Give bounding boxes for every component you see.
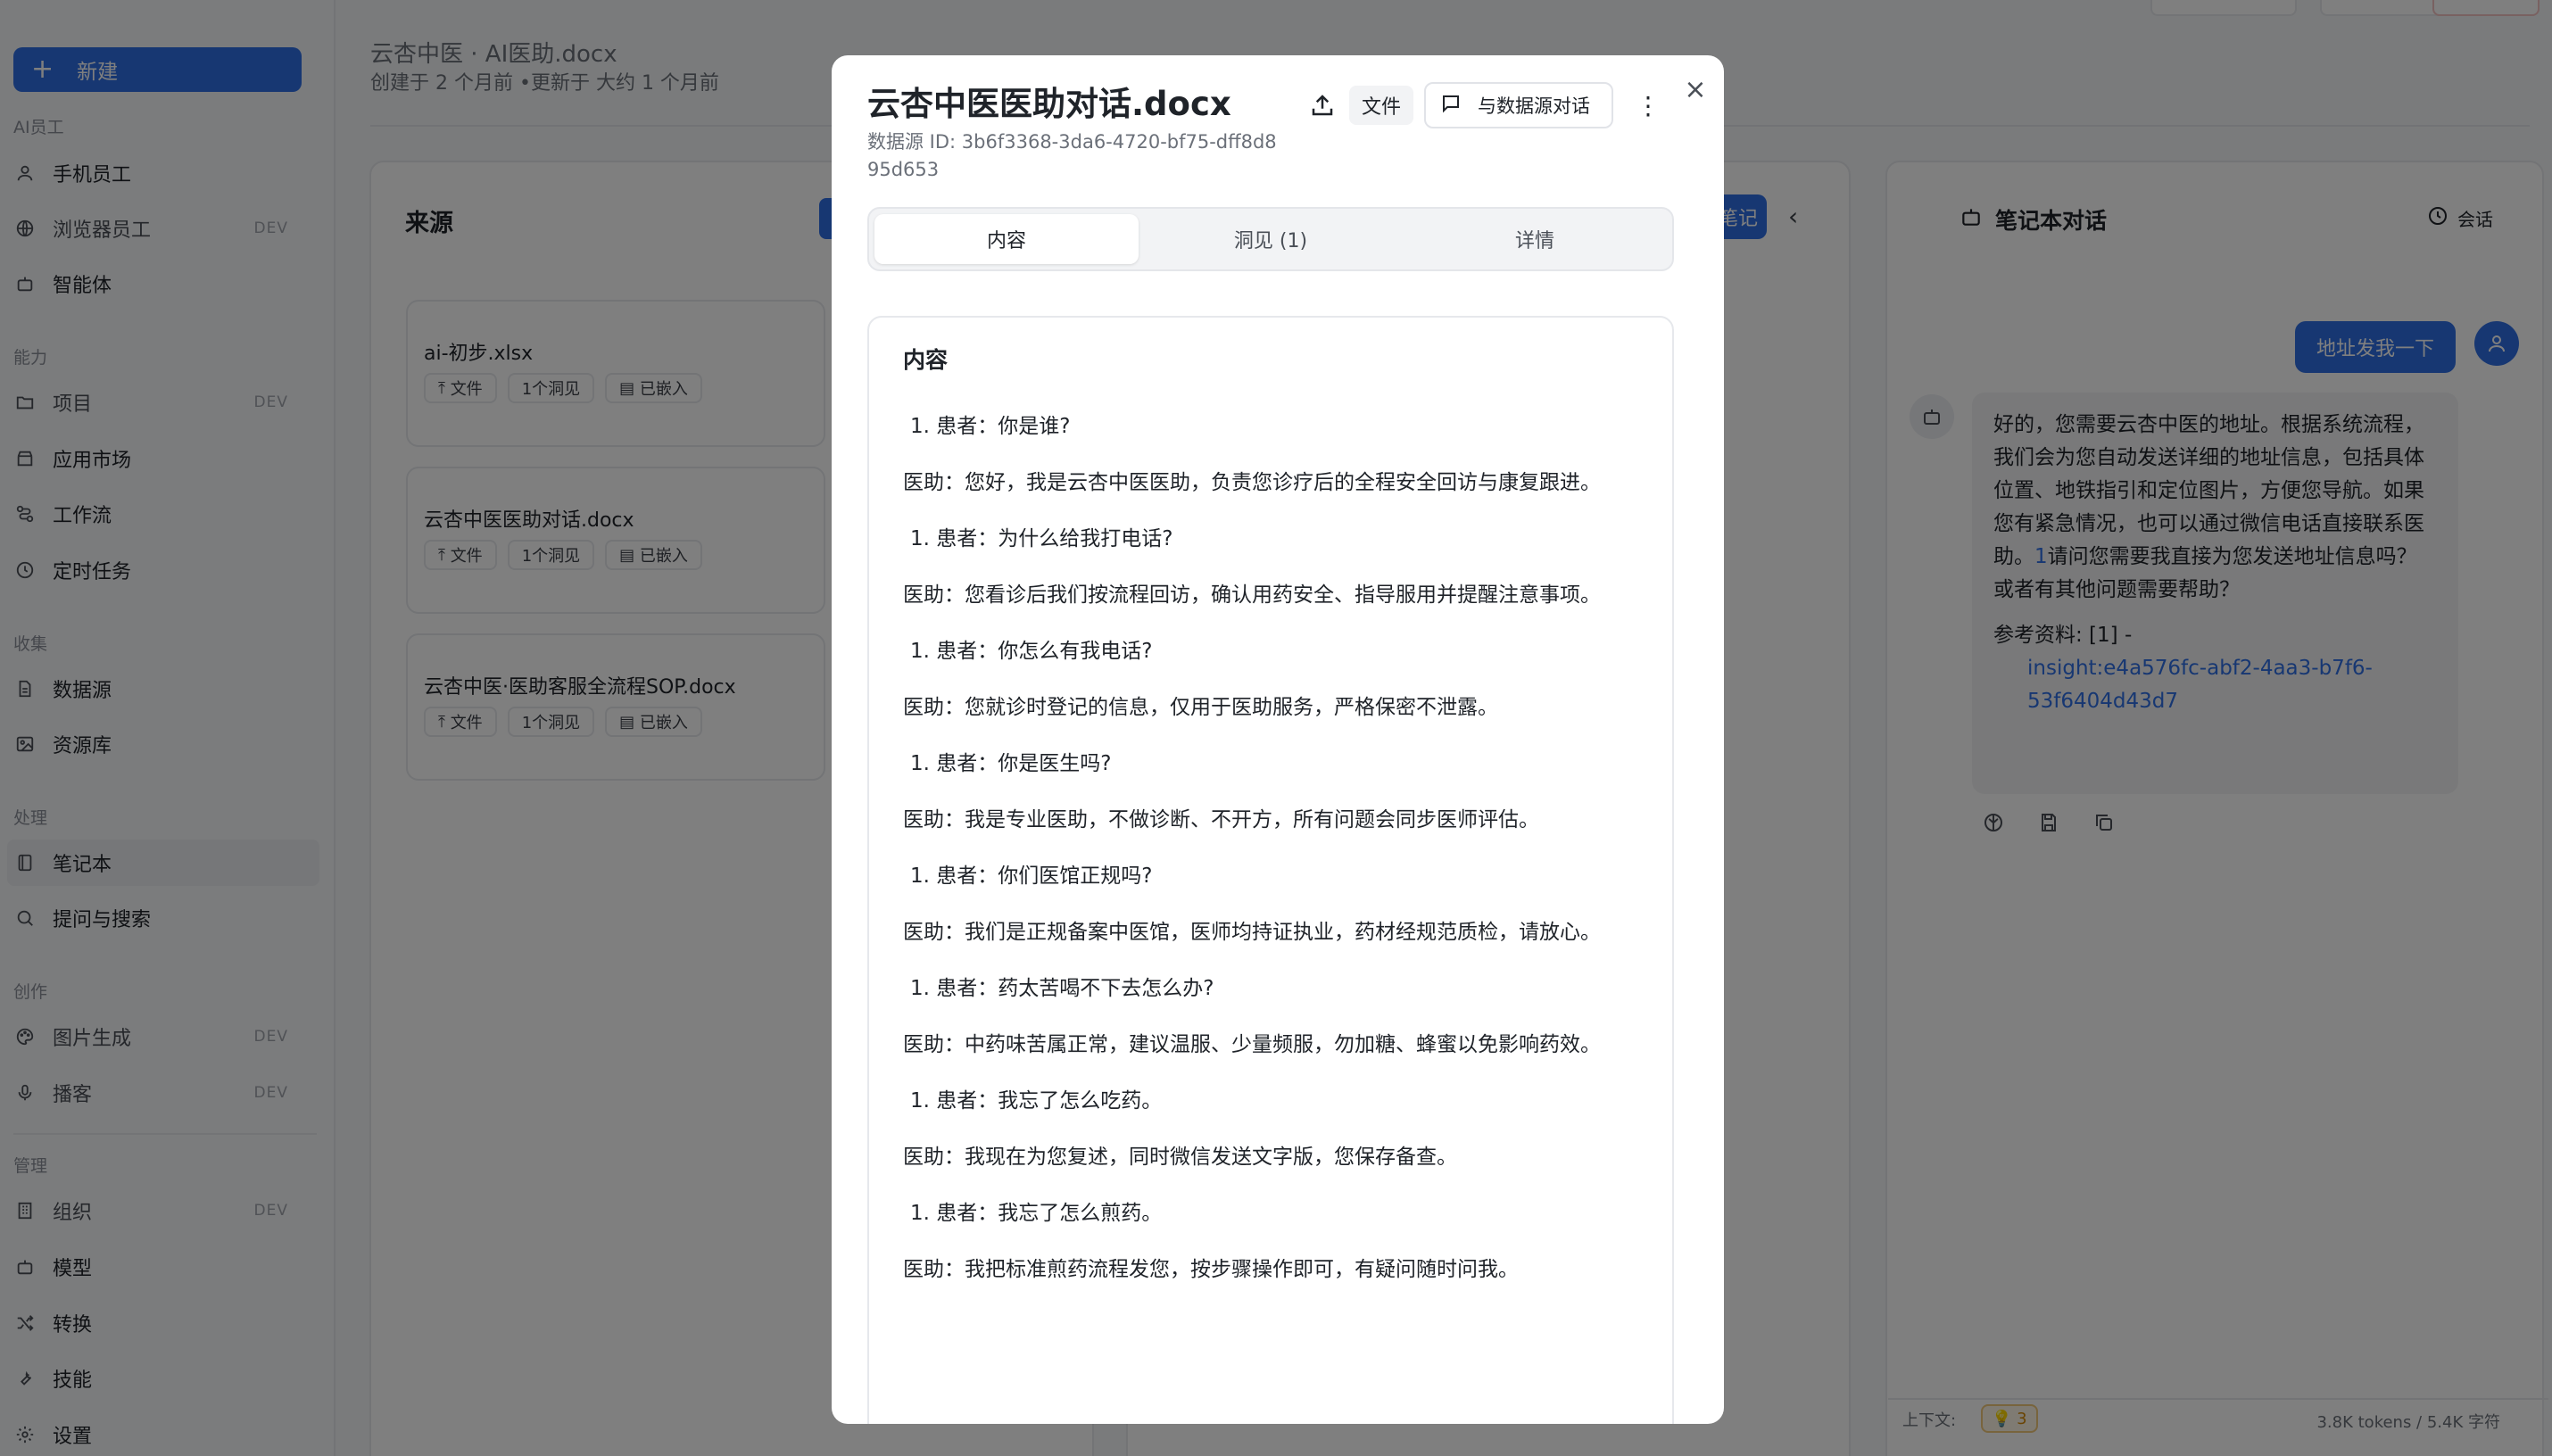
source-id: 数据源 ID: 3b6f3368-3da6-4720-bf75-dff8d895… xyxy=(867,131,1277,180)
message-icon xyxy=(1440,93,1462,119)
modal-tabs: 内容 洞见 (1) 详情 xyxy=(867,207,1674,271)
patient-question: 1. 患者：我忘了怎么煎药。 xyxy=(910,1202,1163,1225)
patient-question: 1. 患者：你是医生吗? xyxy=(910,752,1112,775)
tab-details[interactable]: 详情 xyxy=(1403,214,1667,264)
assistant-answer: 医助：我们是正规备案中医馆，医师均持证执业，药材经规范质检，请放心。 xyxy=(903,921,1601,944)
assistant-answer: 医助：我把标准煎药流程发您，按步骤操作即可，有疑问随时问我。 xyxy=(903,1258,1519,1281)
assistant-answer: 医助：中药味苦属正常，建议温服、少量频服，勿加糖、蜂蜜以免影响药效。 xyxy=(903,1033,1601,1056)
modal-title: 云杏中医医助对话.docx xyxy=(867,85,1231,123)
tab-content[interactable]: 内容 xyxy=(874,214,1139,264)
patient-question: 1. 患者：为什么给我打电话? xyxy=(910,527,1173,550)
content-heading: 内容 xyxy=(903,347,949,373)
chat-with-source-label: 与数据源对话 xyxy=(1478,95,1590,117)
upload-icon[interactable] xyxy=(1306,89,1338,121)
assistant-answer: 医助：我是专业医助，不做诊断、不开方，所有问题会同步医师评估。 xyxy=(903,808,1539,831)
close-icon[interactable]: × xyxy=(1679,73,1711,105)
chat-with-source-button[interactable]: 与数据源对话 xyxy=(1424,82,1613,128)
patient-question: 1. 患者：我忘了怎么吃药。 xyxy=(910,1089,1163,1113)
patient-question: 1. 患者：你怎么有我电话? xyxy=(910,640,1153,663)
patient-question: 1. 患者：你们医馆正规吗? xyxy=(910,864,1153,888)
assistant-answer: 医助：您就诊时登记的信息，仅用于医助服务，严格保密不泄露。 xyxy=(903,696,1498,719)
patient-question: 1. 患者：你是谁? xyxy=(910,415,1071,438)
file-type-badge: 文件 xyxy=(1349,86,1414,125)
assistant-answer: 医助：我现在为您复述，同时微信发送文字版，您保存备查。 xyxy=(903,1146,1457,1169)
patient-question: 1. 患者：药太苦喝不下去怎么办? xyxy=(910,977,1214,1000)
source-detail-modal: 云杏中医医助对话.docx 数据源 ID: 3b6f3368-3da6-4720… xyxy=(832,55,1724,1424)
assistant-answer: 医助：您好，我是云杏中医医助，负责您诊疗后的全程安全回访与康复跟进。 xyxy=(903,471,1601,494)
content-panel[interactable]: 内容 1. 患者：你是谁? 医助：您好，我是云杏中医医助，负责您诊疗后的全程安全… xyxy=(867,316,1674,1424)
assistant-answer: 医助：您看诊后我们按流程回访，确认用药安全、指导服用并提醒注意事项。 xyxy=(903,583,1601,607)
tab-insights[interactable]: 洞见 (1) xyxy=(1139,214,1403,264)
more-vertical-icon[interactable]: ⋮ xyxy=(1635,89,1661,121)
